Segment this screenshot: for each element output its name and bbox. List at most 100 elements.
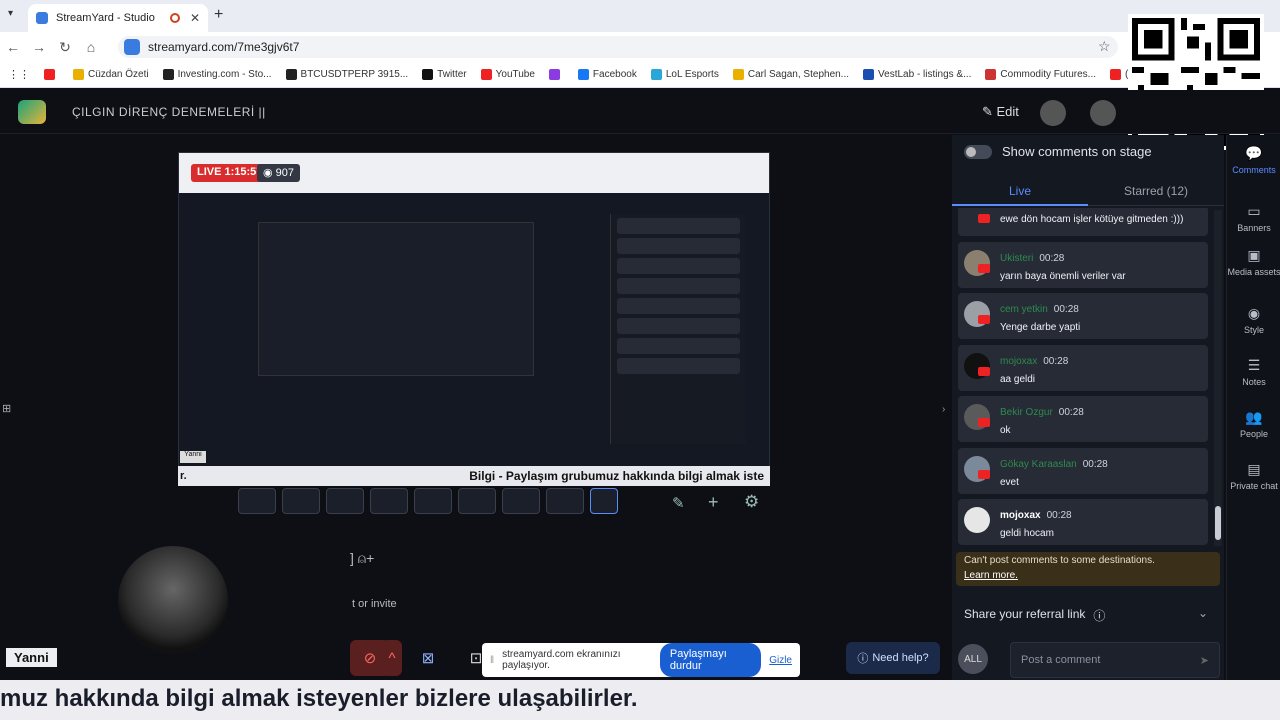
commenter-name: Bekir Ozgur bbox=[1000, 407, 1053, 418]
drag-handle-icon[interactable]: ‖ bbox=[490, 655, 494, 666]
bookmark-item[interactable] bbox=[548, 69, 564, 80]
broadcast-title[interactable]: ÇILGIN DİRENÇ DENEMELERİ || bbox=[72, 105, 266, 119]
settings-gear-icon[interactable]: ⚙ bbox=[744, 492, 759, 512]
back-icon[interactable]: ← bbox=[0, 39, 26, 55]
stop-sharing-button[interactable]: Paylaşmayı durdur bbox=[659, 643, 762, 677]
recording-indicator-icon bbox=[169, 13, 180, 23]
tab-search-icon[interactable]: ▾ bbox=[8, 8, 13, 19]
rail-icon: ☰ bbox=[1247, 357, 1261, 373]
comment-time: 00:28 bbox=[1053, 304, 1079, 315]
learn-more-link[interactable]: Learn more. bbox=[964, 570, 1212, 581]
screen-share-notification: ‖ streamyard.com ekranınızı paylaşıyor. … bbox=[482, 643, 800, 677]
new-tab-button[interactable]: + bbox=[214, 6, 223, 24]
layout-grid-button[interactable] bbox=[370, 488, 408, 514]
bookmark-item[interactable] bbox=[44, 69, 59, 80]
comment-item[interactable]: ewe dön hocam işler kötüye gitmeden :))) bbox=[958, 208, 1208, 236]
right-sidebar: 💬 Comments ▭ Banners ▣ Media assets ◉ Style ☰ Not… bbox=[1226, 135, 1280, 680]
referral-link-row[interactable]: Share your referral link ⓘ bbox=[964, 607, 1105, 624]
nested-banner-left: r. bbox=[180, 470, 187, 482]
comment-item[interactable]: mojoxax 00:28 aa geldi bbox=[958, 344, 1208, 391]
destination-youtube-avatar[interactable] bbox=[1040, 100, 1066, 126]
rail-label: Private chat bbox=[1230, 481, 1278, 491]
bookmark-item[interactable]: Facebook bbox=[577, 69, 637, 80]
need-help-button[interactable]: ⓘ Need help? bbox=[846, 642, 940, 674]
comment-item[interactable]: Gökay Karaaslan 00:28 evet bbox=[958, 447, 1208, 494]
rail-icon: 💬 bbox=[1245, 145, 1263, 161]
collapse-panel-icon[interactable]: › bbox=[942, 404, 945, 415]
url-text: streamyard.com/7me3gjv6t7 bbox=[148, 40, 300, 54]
close-tab-icon[interactable]: ✕ bbox=[190, 11, 200, 25]
bookmark-item[interactable]: YouTube bbox=[480, 69, 535, 80]
comment-item[interactable]: Bekir Ozgur 00:28 ok bbox=[958, 396, 1208, 442]
add-guest-icon[interactable]: ] ⍝+ bbox=[350, 550, 374, 567]
rail-comments[interactable]: 💬 Comments bbox=[1227, 145, 1280, 175]
show-comments-toggle[interactable]: Show comments on stage bbox=[964, 144, 1152, 159]
url-field[interactable]: streamyard.com/7me3gjv6t7 bbox=[118, 36, 1118, 58]
presenter-camera bbox=[118, 546, 228, 654]
comment-text: geldi hocam bbox=[1000, 528, 1054, 539]
rail-private-chat[interactable]: ▤ Private chat bbox=[1227, 461, 1280, 491]
comment-text: ewe dön hocam işler kötüye gitmeden :))) bbox=[1000, 214, 1184, 225]
rail-style[interactable]: ◉ Style bbox=[1227, 305, 1280, 335]
layout-screen-button[interactable] bbox=[546, 488, 584, 514]
layout-cinema-button[interactable] bbox=[502, 488, 540, 514]
bookmark-item[interactable]: VestLab - listings &... bbox=[863, 69, 971, 80]
home-icon[interactable]: ⌂ bbox=[78, 39, 104, 55]
destination-filter-button[interactable]: ALL bbox=[958, 644, 988, 674]
comment-item[interactable]: Ukisteri 00:28 yarın baya önemli veriler v… bbox=[958, 241, 1208, 288]
chevron-down-icon[interactable]: ⌄ bbox=[1198, 606, 1208, 620]
share-screen-button[interactable]: ⊠ bbox=[408, 640, 448, 676]
bookmark-item[interactable]: Cüzdan Özeti bbox=[73, 69, 149, 80]
layout-group-button[interactable] bbox=[282, 488, 320, 514]
tab-starred[interactable]: Starred (12) bbox=[1088, 178, 1224, 206]
forward-icon[interactable]: → bbox=[26, 39, 52, 55]
post-comment-input[interactable]: Post a comment ➤ bbox=[1010, 642, 1220, 678]
rail-people[interactable]: 👥 People bbox=[1227, 409, 1280, 439]
browser-tab[interactable]: StreamYard - Studio ✕ bbox=[28, 4, 208, 32]
comment-item[interactable]: cem yetkin 00:28 Yenge darbe yapti bbox=[958, 293, 1208, 339]
layout-solo-button[interactable] bbox=[238, 488, 276, 514]
apps-grid-icon[interactable]: ⋮⋮ bbox=[8, 68, 30, 81]
bookmark-item[interactable]: Twitter bbox=[422, 69, 467, 80]
layout-leader-button[interactable] bbox=[326, 488, 364, 514]
comment-time: 00:28 bbox=[1039, 252, 1065, 264]
rail-media-assets[interactable]: ▣ Media assets bbox=[1227, 247, 1280, 277]
edit-button[interactable]: ✎ Edit bbox=[982, 104, 1019, 120]
site-info-icon[interactable] bbox=[124, 39, 140, 55]
tab-live[interactable]: Live bbox=[952, 178, 1088, 206]
rail-notes[interactable]: ☰ Notes bbox=[1227, 357, 1280, 387]
rail-icon: ▤ bbox=[1247, 461, 1261, 477]
invite-text[interactable]: t or invite bbox=[352, 598, 397, 610]
add-layout-icon[interactable]: + bbox=[708, 492, 719, 513]
bookmark-item[interactable]: Commodity Futures... bbox=[985, 69, 1096, 80]
youtube-icon bbox=[978, 214, 990, 223]
comment-item[interactable]: mojoxax 00:28 geldi hocam bbox=[958, 499, 1208, 545]
bookmark-item[interactable]: Carl Sagan, Stephen... bbox=[732, 69, 849, 80]
rail-banners[interactable]: ▭ Banners bbox=[1227, 203, 1280, 233]
rail-icon: ▭ bbox=[1247, 203, 1261, 219]
bookmark-star-icon[interactable]: ☆ bbox=[1098, 38, 1111, 55]
youtube-icon bbox=[978, 366, 990, 376]
rail-label: Banners bbox=[1237, 223, 1271, 233]
rail-icon: 👥 bbox=[1245, 409, 1263, 425]
layout-selector bbox=[238, 488, 618, 514]
layout-blank-button[interactable] bbox=[590, 488, 618, 514]
scrollbar-thumb[interactable] bbox=[1215, 506, 1221, 540]
bookmark-label: VestLab - listings &... bbox=[878, 69, 972, 80]
hide-link[interactable]: Gizle bbox=[769, 655, 792, 666]
reload-icon[interactable]: ↻ bbox=[52, 39, 78, 56]
send-icon[interactable]: ➤ bbox=[1200, 654, 1209, 667]
bookmark-item[interactable]: BTCUSDTPERP 3915... bbox=[285, 69, 408, 80]
edit-layout-icon[interactable]: ✎ bbox=[672, 494, 685, 512]
bookmark-item[interactable]: Investing.com - Sto... bbox=[162, 69, 272, 80]
comments-scrollbar[interactable] bbox=[1214, 210, 1222, 546]
bookmark-favicon-icon bbox=[548, 69, 560, 80]
layout-pip-button[interactable] bbox=[458, 488, 496, 514]
layout-side-button[interactable] bbox=[414, 488, 452, 514]
streamyard-logo-icon[interactable] bbox=[18, 100, 46, 124]
destination-x-avatar[interactable] bbox=[1090, 100, 1116, 126]
camera-options-button[interactable]: ^ bbox=[382, 640, 402, 676]
layout-widget-icon[interactable]: ⊞ bbox=[2, 402, 11, 415]
toggle-switch[interactable] bbox=[964, 144, 992, 159]
bookmark-item[interactable]: LoL Esports bbox=[650, 69, 719, 80]
